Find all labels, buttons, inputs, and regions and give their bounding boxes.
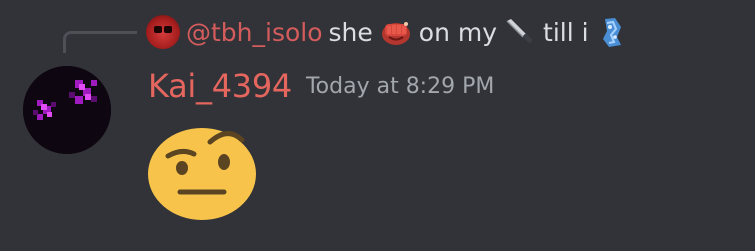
author-username[interactable]: Kai_4394 xyxy=(148,67,292,105)
avatar-image xyxy=(23,66,111,154)
face-with-raised-eyebrow-emoji-icon xyxy=(148,128,256,220)
message-timestamp[interactable]: Today at 8:29 PM xyxy=(306,74,494,99)
reply-connector-line xyxy=(63,31,137,53)
reply-text-1: she xyxy=(328,17,373,47)
reply-preview[interactable]: @tbh_isolo she on my till i xyxy=(146,12,629,52)
message-header: Kai_4394 Today at 8:29 PM xyxy=(148,64,494,108)
reply-text-3: till i xyxy=(543,17,589,47)
crystal-emoji-icon xyxy=(602,18,621,47)
punching-fist-emoji-icon xyxy=(381,22,410,45)
reply-author-mention[interactable]: @tbh_isolo xyxy=(186,18,323,47)
reply-text-2: on my xyxy=(418,17,498,47)
author-avatar[interactable] xyxy=(23,66,111,154)
chat-message: @tbh_isolo she on my till i Kai_4394 Tod… xyxy=(0,0,755,251)
reply-author-avatar[interactable] xyxy=(146,15,180,49)
knife-emoji-icon xyxy=(506,19,533,43)
